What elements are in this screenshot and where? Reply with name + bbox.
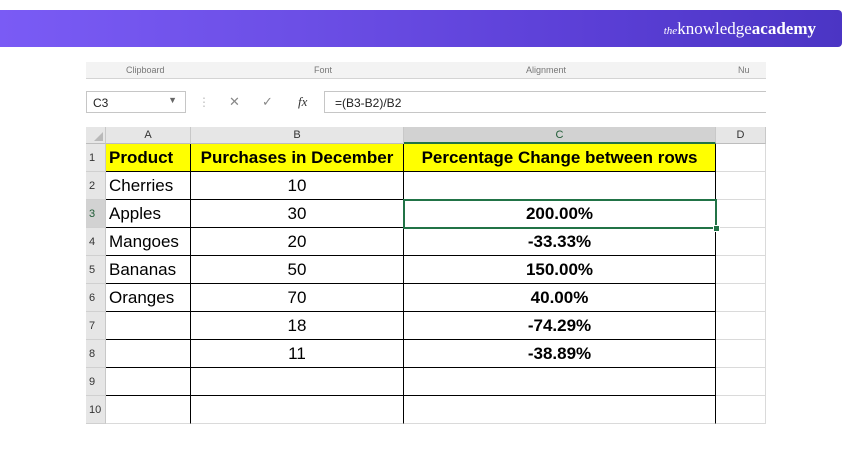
- cell-c8[interactable]: -38.89%: [404, 340, 716, 368]
- cell-a4[interactable]: Mangoes: [106, 228, 191, 256]
- cell-d1[interactable]: [716, 144, 766, 172]
- cell-a6[interactable]: Oranges: [106, 284, 191, 312]
- cell-d4[interactable]: [716, 228, 766, 256]
- ribbon-group-labels: Clipboard Font Alignment Nu: [86, 62, 766, 79]
- row-header-9[interactable]: 9: [86, 368, 106, 396]
- cell-a5[interactable]: Bananas: [106, 256, 191, 284]
- column-header-c[interactable]: C: [404, 127, 716, 144]
- cell-d2[interactable]: [716, 172, 766, 200]
- select-all-button[interactable]: [86, 127, 106, 144]
- cell-d7[interactable]: [716, 312, 766, 340]
- formula-bar: C3 ▼ ⋮ ✕ ✓ fx =(B3-B2)/B2: [86, 91, 766, 115]
- cell-b7[interactable]: 18: [191, 312, 404, 340]
- cell-d5[interactable]: [716, 256, 766, 284]
- name-box[interactable]: C3 ▼: [86, 91, 186, 113]
- header-cell-percentage-change[interactable]: Percentage Change between rows: [404, 144, 716, 172]
- row-header-2[interactable]: 2: [86, 172, 106, 200]
- cell-b5[interactable]: 50: [191, 256, 404, 284]
- cell-c7[interactable]: -74.29%: [404, 312, 716, 340]
- column-header-a[interactable]: A: [106, 127, 191, 144]
- brand-logo: theknowledgeacademy: [663, 19, 816, 38]
- cell-a7[interactable]: [106, 312, 191, 340]
- cell-c6[interactable]: 40.00%: [404, 284, 716, 312]
- row-header-1[interactable]: 1: [86, 144, 106, 172]
- enter-check-icon[interactable]: ✓: [262, 94, 273, 110]
- cell-a10[interactable]: [106, 396, 191, 424]
- formula-input[interactable]: =(B3-B2)/B2: [324, 91, 766, 113]
- cell-b6[interactable]: 70: [191, 284, 404, 312]
- cell-d10[interactable]: [716, 396, 766, 424]
- fill-handle[interactable]: [713, 225, 720, 232]
- cell-b9[interactable]: [191, 368, 404, 396]
- cell-b2[interactable]: 10: [191, 172, 404, 200]
- cell-c5[interactable]: 150.00%: [404, 256, 716, 284]
- header-banner: theknowledgeacademy: [0, 10, 842, 47]
- cell-d6[interactable]: [716, 284, 766, 312]
- row-header-6[interactable]: 6: [86, 284, 106, 312]
- ribbon-group-number[interactable]: Nu: [738, 65, 750, 75]
- cell-b8[interactable]: 11: [191, 340, 404, 368]
- cell-b4[interactable]: 20: [191, 228, 404, 256]
- ribbon-group-alignment[interactable]: Alignment: [526, 65, 566, 75]
- cell-c9[interactable]: [404, 368, 716, 396]
- name-box-value: C3: [93, 96, 109, 110]
- cell-a2[interactable]: Cherries: [106, 172, 191, 200]
- header-cell-product[interactable]: Product: [106, 144, 191, 172]
- excel-window: Clipboard Font Alignment Nu C3 ▼ ⋮ ✕ ✓ f…: [86, 62, 766, 424]
- cell-d9[interactable]: [716, 368, 766, 396]
- header-cell-purchases[interactable]: Purchases in December: [191, 144, 404, 172]
- cancel-icon[interactable]: ✕: [229, 94, 240, 110]
- row-header-7[interactable]: 7: [86, 312, 106, 340]
- formula-bar-grip-icon[interactable]: ⋮: [198, 95, 210, 109]
- column-header-d[interactable]: D: [716, 127, 766, 144]
- cell-a8[interactable]: [106, 340, 191, 368]
- row-header-10[interactable]: 10: [86, 396, 106, 424]
- cell-c10[interactable]: [404, 396, 716, 424]
- ribbon-group-clipboard[interactable]: Clipboard: [126, 65, 165, 75]
- cell-a9[interactable]: [106, 368, 191, 396]
- column-header-b[interactable]: B: [191, 127, 404, 144]
- cell-a3[interactable]: Apples: [106, 200, 191, 228]
- cell-c2[interactable]: [404, 172, 716, 200]
- chevron-down-icon[interactable]: ▼: [168, 95, 177, 105]
- cell-d8[interactable]: [716, 340, 766, 368]
- row-header-8[interactable]: 8: [86, 340, 106, 368]
- insert-function-icon[interactable]: fx: [298, 94, 307, 110]
- row-header-3[interactable]: 3: [86, 200, 106, 228]
- ribbon-group-font[interactable]: Font: [314, 65, 332, 75]
- active-cell-border: [403, 199, 717, 229]
- cell-b10[interactable]: [191, 396, 404, 424]
- cell-d3[interactable]: [716, 200, 766, 228]
- cell-b3[interactable]: 30: [191, 200, 404, 228]
- row-header-4[interactable]: 4: [86, 228, 106, 256]
- cell-c4[interactable]: -33.33%: [404, 228, 716, 256]
- row-header-5[interactable]: 5: [86, 256, 106, 284]
